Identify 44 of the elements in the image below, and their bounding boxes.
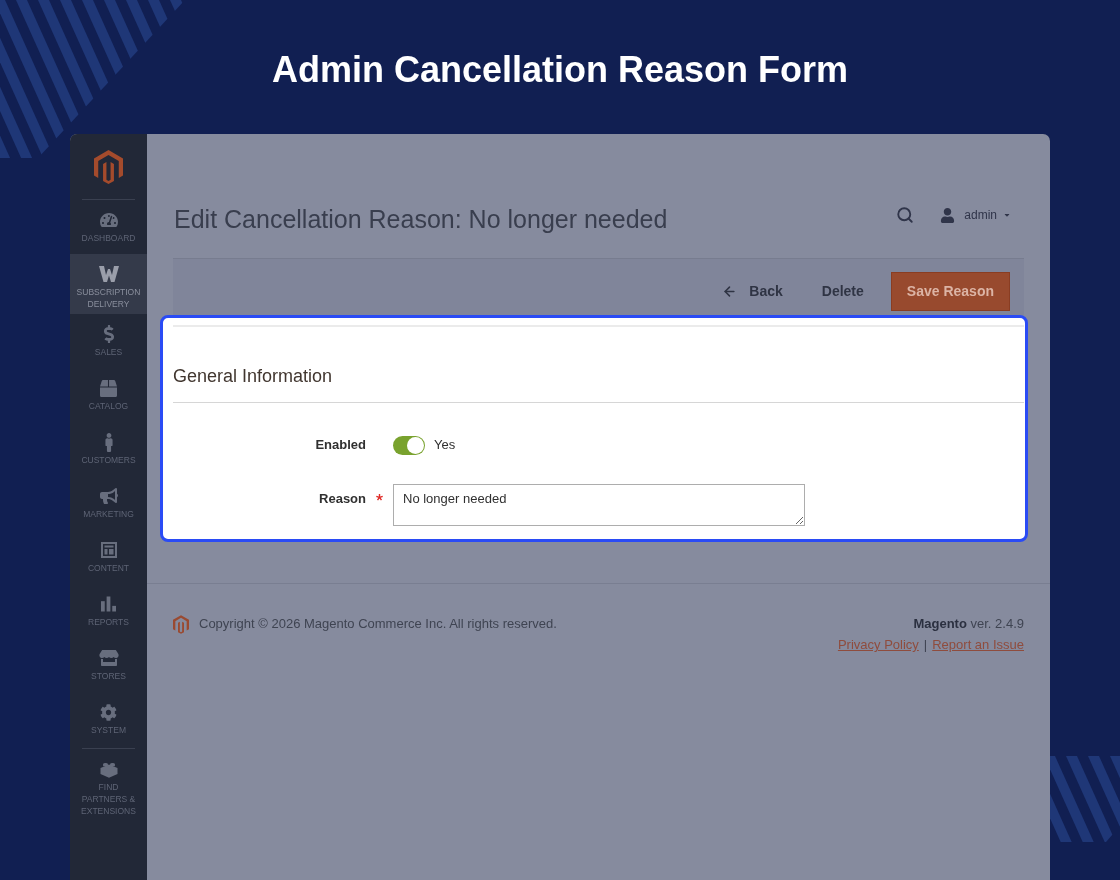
sidebar-item[interactable]: REPORTS [70,584,147,638]
version-text: Magento ver. 2.4.9 [913,615,1024,633]
w-letter-icon [98,266,119,282]
box-icon [100,379,117,397]
sidebar-item[interactable]: STORES [70,638,147,692]
user-icon [940,207,956,223]
page-heading: Edit Cancellation Reason: No longer needed [174,204,668,234]
save-button[interactable]: Save Reason [890,272,1010,311]
caret-icon [1003,211,1011,219]
footer-link[interactable]: Privacy Policy [837,636,919,654]
toggle-switch[interactable] [393,435,425,455]
gauge-icon [99,212,118,228]
section-title: General Information [173,365,334,388]
sidebar-item[interactable]: SUBSCRIPTION DELIVERY [70,254,147,314]
field-label: Reason [318,490,366,507]
gear-icon [100,703,117,721]
sidebar-item[interactable]: FIND PARTNERS & EXTENSIONS [70,749,147,821]
sidebar-item[interactable]: CONTENT [70,530,147,584]
dollar-icon [102,325,115,343]
delete-button[interactable]: Delete [809,272,876,311]
copyright-text: Copyright © 2026 Magento Commerce Inc. All rights reserved. [199,615,557,634]
search-icon[interactable] [896,206,915,224]
sidebar-item[interactable]: CUSTOMERS [70,422,147,476]
blocks-icon [99,760,118,778]
person-icon [103,432,114,452]
logo-icon [173,614,189,634]
field-label: Enabled [314,437,366,453]
sidebar-item[interactable]: SALES [70,314,147,368]
storefront-icon [98,650,119,666]
megaphone-icon [98,488,119,504]
footer-link[interactable]: Report an Issue [932,636,1024,654]
bar-chart-icon [101,596,116,612]
sidebar-item[interactable]: DASHBOARD [70,200,147,254]
back-button[interactable]: Back [710,272,795,311]
toggle-text: Yes [434,436,456,455]
sidebar-item[interactable]: CATALOG [70,368,147,422]
link-separator: | [923,636,928,654]
text-area-field[interactable]: No longer needed [393,484,805,526]
sidebar-item[interactable]: SYSTEM [70,692,147,746]
logo-icon[interactable] [94,149,123,184]
page-title: Admin Cancellation Reason Form [271,48,849,92]
sidebar-item[interactable]: MARKETING [70,476,147,530]
layout-icon [100,542,117,558]
user-menu-button[interactable]: admin [940,206,1011,224]
